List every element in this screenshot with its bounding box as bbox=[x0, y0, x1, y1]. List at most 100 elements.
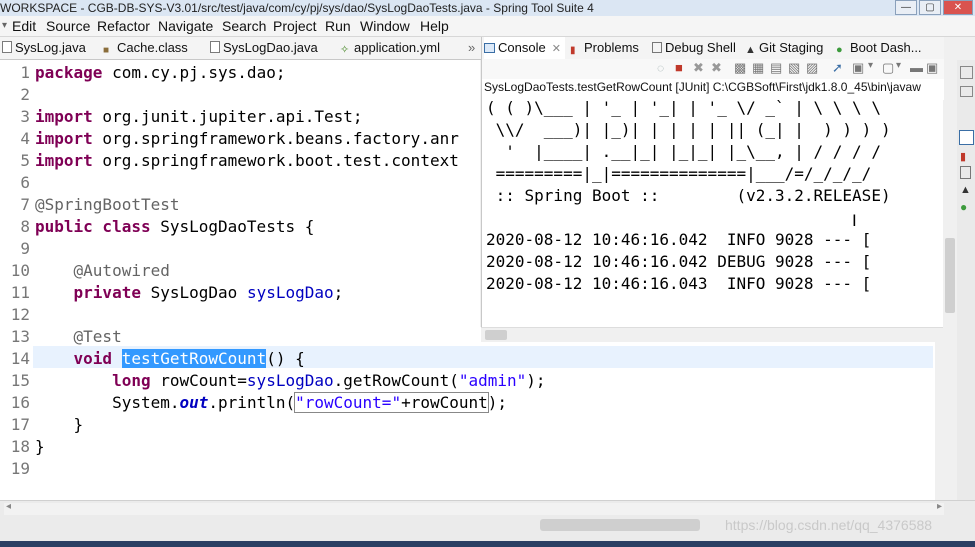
problems-view-icon[interactable]: ▮ bbox=[960, 150, 971, 163]
minimize-view-icon[interactable]: ▬ bbox=[910, 60, 923, 75]
line-number: 18 bbox=[10, 437, 30, 456]
menu-overflow-icon: ▾ bbox=[2, 20, 8, 31]
clear-console-icon[interactable]: ▩ bbox=[734, 60, 746, 76]
line-number: 2 bbox=[20, 85, 30, 104]
menu-navigate[interactable]: Navigate bbox=[158, 16, 213, 36]
menu-source[interactable]: Source bbox=[46, 16, 90, 36]
debug-shell-icon bbox=[652, 42, 662, 53]
code-line: @Test bbox=[35, 327, 122, 346]
menu-bar: ▾ Edit Source Refactor Navigate Search P… bbox=[0, 16, 975, 37]
tab-syslog-java[interactable]: SysLog.java bbox=[2, 37, 86, 59]
code-line: @SpringBootTest bbox=[35, 195, 180, 214]
console-line: 2020-08-12 10:46:16.042 INFO 9028 --- [ bbox=[486, 230, 872, 249]
tab-application-yml[interactable]: ✧ application.yml bbox=[340, 37, 440, 59]
console-horizontal-scrollbar[interactable] bbox=[481, 327, 943, 342]
editor-tab-bar: SysLog.java ■ Cache.class SysLogDao.java … bbox=[0, 37, 481, 60]
line-number: 11 bbox=[10, 283, 30, 302]
console-tab-bar: Console ✕ ▮ Problems Debug Shell ▲ Git Stag… bbox=[482, 37, 944, 59]
restore-button[interactable]: ▢ bbox=[919, 0, 941, 15]
tab-git-staging[interactable]: ▲ Git Staging bbox=[745, 37, 823, 59]
code-line: public class SysLogDaoTests { bbox=[35, 217, 315, 236]
console-line: ( ( )\___ | '_ | '_| | '_ \/ _` | \ \ \ … bbox=[486, 98, 881, 117]
line-number: 9 bbox=[20, 239, 30, 258]
console-line: :: Spring Boot :: (v2.3.2.RELEASE) bbox=[486, 186, 891, 205]
menu-refactor[interactable]: Refactor bbox=[97, 16, 150, 36]
maximize-view-icon[interactable]: ▣ bbox=[926, 60, 938, 76]
boot-view-icon[interactable]: ● bbox=[960, 200, 967, 214]
console-icon bbox=[484, 43, 495, 53]
selected-method-name[interactable]: testGetRowCount bbox=[121, 349, 267, 368]
class-file-icon: ■ bbox=[103, 45, 110, 56]
editor-horizontal-scrollbar[interactable]: ◂ ▸ bbox=[4, 501, 944, 515]
restore-icon[interactable] bbox=[960, 66, 973, 79]
tab-syslogdao-java[interactable]: SysLogDao.java bbox=[210, 37, 318, 59]
menu-project[interactable]: Project bbox=[273, 16, 317, 36]
remove-launch-icon[interactable]: ✖ bbox=[693, 60, 704, 76]
close-icon[interactable]: ✕ bbox=[552, 43, 561, 55]
show-on-error-icon[interactable]: ▨ bbox=[806, 60, 818, 76]
line-number: 1 bbox=[20, 63, 30, 82]
tab-problems[interactable]: ▮ Problems bbox=[570, 37, 639, 59]
outline-icon[interactable] bbox=[960, 86, 973, 97]
minimize-button[interactable]: — bbox=[895, 0, 917, 15]
menu-search[interactable]: Search bbox=[222, 16, 266, 36]
menu-help[interactable]: Help bbox=[420, 16, 449, 36]
line-number: 17 bbox=[10, 415, 30, 434]
tab-cache-class[interactable]: ■ Cache.class bbox=[103, 37, 188, 59]
scrollbar-thumb[interactable] bbox=[485, 330, 507, 340]
code-line: private SysLogDao sysLogDao; bbox=[35, 283, 344, 302]
taskbar-edge bbox=[0, 541, 975, 547]
scrollbar-thumb[interactable] bbox=[945, 238, 955, 313]
chevron-left-icon[interactable]: ◂ bbox=[6, 501, 11, 512]
java-file-icon bbox=[2, 41, 12, 53]
boot-dashboard-icon: ● bbox=[836, 44, 843, 56]
new-console-icon[interactable]: ▢ bbox=[882, 60, 894, 76]
word-wrap-icon[interactable]: ▤ bbox=[770, 60, 782, 76]
console-view: Console ✕ ▮ Problems Debug Shell ▲ Git Stag… bbox=[481, 37, 944, 327]
display-console-icon[interactable]: ▣ bbox=[852, 60, 864, 76]
menu-edit[interactable]: Edit bbox=[12, 16, 36, 36]
tab-debug-shell[interactable]: Debug Shell bbox=[652, 37, 736, 59]
line-number: 12 bbox=[10, 305, 30, 324]
code-line: import org.junit.jupiter.api.Test; bbox=[35, 107, 363, 126]
open-console-icon[interactable]: ➚ bbox=[832, 60, 843, 76]
show-on-output-icon[interactable]: ▧ bbox=[788, 60, 800, 76]
console-launch-path: SysLogDaoTests.testGetRowCount [JUnit] C… bbox=[484, 80, 921, 94]
remove-all-icon[interactable]: ✖ bbox=[711, 60, 722, 76]
tab-boot-dashboard[interactable]: ● Boot Dash... bbox=[836, 37, 922, 59]
chevron-down-icon[interactable]: ▾ bbox=[868, 60, 873, 71]
code-line: } bbox=[35, 415, 84, 434]
console-line: 2020-08-12 10:46:16.043 INFO 9028 --- [ bbox=[486, 274, 872, 293]
menu-window[interactable]: Window bbox=[360, 16, 410, 36]
code-line: import org.springframework.boot.test.con… bbox=[35, 151, 459, 170]
problems-icon: ▮ bbox=[570, 45, 576, 56]
line-number: 14 bbox=[10, 349, 30, 368]
scroll-lock-icon[interactable]: ▦ bbox=[752, 60, 764, 76]
menu-run[interactable]: Run bbox=[325, 16, 351, 36]
terminate-icon[interactable]: ■ bbox=[675, 60, 683, 75]
text-cursor-icon: Ⅰ bbox=[852, 213, 857, 230]
code-line: } bbox=[35, 437, 45, 456]
right-trim-toolbar: ▮ ▲ ● bbox=[957, 60, 975, 520]
pin-icon[interactable]: ◌ bbox=[657, 61, 664, 75]
line-number: 13 bbox=[10, 327, 30, 346]
window-title-bar: WORKSPACE - CGB-DB-SYS-V3.01/src/test/ja… bbox=[0, 0, 975, 16]
console-line: 2020-08-12 10:46:16.042 DEBUG 9028 --- [ bbox=[486, 252, 872, 271]
console-view-icon[interactable] bbox=[959, 130, 974, 145]
chevron-right-icon[interactable]: ▸ bbox=[937, 501, 942, 512]
status-progress-handle[interactable] bbox=[540, 519, 700, 531]
code-line: System.out.println("rowCount="+rowCount)… bbox=[35, 392, 508, 413]
code-line: @Autowired bbox=[35, 261, 170, 280]
close-button[interactable]: ✕ bbox=[943, 0, 973, 15]
console-vertical-scrollbar[interactable] bbox=[943, 100, 957, 327]
tab-overflow-icon[interactable]: » bbox=[468, 37, 475, 59]
watermark: https://blog.csdn.net/qq_4376588 bbox=[725, 517, 933, 533]
git-view-icon[interactable]: ▲ bbox=[960, 184, 971, 196]
tab-console[interactable]: Console ✕ bbox=[484, 37, 565, 59]
line-number: 4 bbox=[20, 129, 30, 148]
chevron-down-icon[interactable]: ▾ bbox=[896, 60, 901, 71]
bracket-highlight: "rowCount="+rowCount bbox=[294, 392, 489, 413]
yml-file-icon: ✧ bbox=[340, 44, 350, 56]
debug-view-icon[interactable] bbox=[960, 166, 971, 179]
line-number: 3 bbox=[20, 107, 30, 126]
